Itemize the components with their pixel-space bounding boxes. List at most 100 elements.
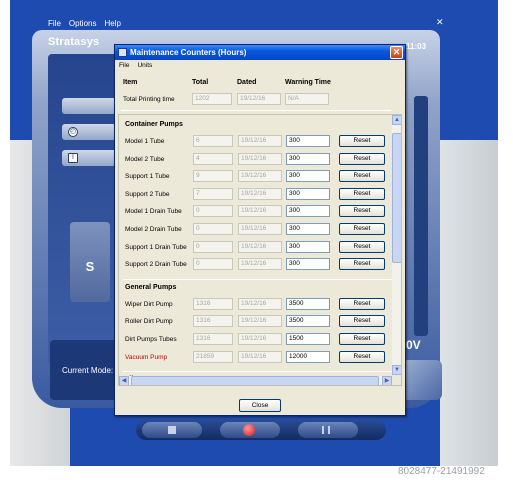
counter-dated: 19/12/16	[238, 315, 282, 328]
counter-total: 0	[193, 223, 233, 235]
counter-dated: 19/12/16	[238, 223, 282, 235]
counter-label: Model 2 Tube	[125, 155, 165, 163]
counter-total: 4	[193, 152, 233, 165]
total-printing-dated: 19/12/16	[237, 93, 281, 105]
column-warning-time: Warning Time	[285, 79, 331, 86]
pause-icon	[322, 426, 330, 434]
counter-dated: 19/12/16	[238, 258, 282, 271]
header-separator	[121, 110, 391, 111]
reset-button[interactable]: Reset	[339, 315, 385, 328]
reset-button[interactable]: Reset	[339, 152, 385, 165]
scroll-right-icon[interactable]: ▶	[382, 376, 392, 385]
warning-time-input[interactable]: 300	[286, 240, 330, 253]
counter-label: Roller Dirt Pump	[125, 318, 173, 326]
column-item: Item	[123, 79, 138, 86]
warning-time-input[interactable]: 300	[286, 187, 330, 200]
menu-options[interactable]: Options	[69, 19, 97, 28]
counter-total: 0	[193, 258, 233, 271]
counter-total: 7	[193, 187, 233, 200]
menu-file[interactable]: File	[48, 19, 61, 28]
counter-dated: 19/12/16	[238, 170, 282, 183]
warning-time-input[interactable]: 3500	[286, 315, 330, 328]
background-photo-right	[440, 140, 498, 466]
warning-time-input[interactable]: 300	[286, 135, 330, 147]
scroll-up-icon[interactable]: ▲	[392, 115, 401, 125]
counter-total: 9	[193, 170, 233, 183]
stratasys-logo: Stratasys	[48, 36, 100, 48]
counter-total: 0	[193, 240, 233, 253]
reset-button[interactable]: Reset	[339, 223, 385, 235]
scroll-down-icon[interactable]: ▼	[392, 365, 401, 375]
support-cartridge: S	[70, 222, 110, 302]
warning-time-input[interactable]: 300	[286, 152, 330, 165]
counter-dated: 19/12/16	[238, 333, 282, 345]
reset-button[interactable]: Reset	[339, 170, 385, 183]
text-cursor-icon: I	[68, 153, 78, 163]
counters-scroll-area[interactable]: Container Pumps Model 1 Tube 6 19/12/16 300 R…	[118, 114, 402, 386]
scroll-left-icon[interactable]: ◀	[119, 376, 129, 385]
column-total: Total	[192, 79, 209, 86]
reset-button[interactable]: Reset	[339, 350, 385, 363]
warning-time-input[interactable]: 1500	[286, 333, 330, 345]
warning-time-input[interactable]: 300	[286, 223, 330, 235]
counter-dated: 19/12/16	[238, 240, 282, 253]
current-mode-label: Current Mode:	[62, 366, 114, 375]
reset-button[interactable]: Reset	[339, 333, 385, 345]
dialog-menubar: File Units	[115, 60, 405, 70]
column-dated: Dated	[237, 79, 257, 86]
vertical-scroll-thumb[interactable]	[392, 133, 401, 263]
warning-time-input[interactable]: 300	[286, 205, 330, 218]
total-printing-total: 1202	[192, 93, 232, 105]
reset-button[interactable]: Reset	[339, 297, 385, 310]
vertical-scrollbar[interactable]: ▲ ▼	[392, 115, 401, 375]
right-status-bar	[414, 96, 428, 336]
app-icon	[118, 48, 127, 57]
counter-dated: 19/12/16	[238, 152, 282, 165]
counter-dated: 19/12/16	[238, 187, 282, 200]
corner-logo-icon	[402, 360, 442, 400]
counter-dated: 19/12/16	[238, 297, 282, 310]
reset-button[interactable]: Reset	[339, 205, 385, 218]
counter-label: Support 1 Tube	[125, 173, 170, 181]
counter-label: Support 2 Drain Tube	[125, 261, 187, 269]
warning-time-input[interactable]: 300	[286, 170, 330, 183]
counter-total: 1316	[193, 297, 233, 310]
counter-label: Vacuum Pump	[125, 353, 168, 361]
warning-time-input[interactable]: 12000	[286, 350, 330, 363]
reset-button[interactable]: Reset	[339, 258, 385, 271]
counter-label: Model 1 Tube	[125, 138, 165, 145]
counter-label: Dirt Pumps Tubes	[125, 336, 177, 343]
maintenance-counters-dialog: Maintenance Counters (Hours) ✕ File Unit…	[114, 44, 406, 416]
section-title: General Pumps	[125, 283, 177, 291]
reset-button[interactable]: Reset	[339, 187, 385, 200]
reset-button[interactable]: Reset	[339, 135, 385, 147]
dialog-title-bar[interactable]: Maintenance Counters (Hours) ✕	[115, 45, 405, 60]
counter-dated: 19/12/16	[238, 350, 282, 363]
warning-time-input[interactable]: 3500	[286, 297, 330, 310]
horizontal-scroll-thumb[interactable]	[131, 376, 379, 385]
menu-units[interactable]: Units	[137, 62, 152, 69]
close-button[interactable]: Close	[239, 399, 281, 412]
section-separator	[123, 278, 393, 280]
section-title: Container Pumps	[125, 121, 183, 128]
section-separator	[123, 371, 393, 373]
horizontal-scrollbar[interactable]: ◀ ▶	[119, 376, 392, 385]
total-printing-label: Total Printing time	[123, 96, 175, 103]
counter-total: 1316	[193, 333, 233, 345]
warning-time-input[interactable]: 300	[286, 258, 330, 271]
counter-label: Wiper Dirt Pump	[125, 300, 173, 308]
counter-total: 21859	[193, 350, 233, 363]
status-field	[62, 98, 116, 114]
counter-total: 6	[193, 135, 233, 147]
background-close-icon[interactable]: ✕	[436, 17, 444, 28]
counter-dated: 19/12/16	[238, 205, 282, 218]
clock-icon: ◴	[68, 127, 78, 137]
reset-button[interactable]: Reset	[339, 240, 385, 253]
menu-help[interactable]: Help	[104, 19, 120, 28]
close-icon[interactable]: ✕	[390, 46, 403, 59]
clock: 11:03	[406, 42, 427, 51]
watermark: 8028477-21491992	[398, 466, 485, 477]
counter-label: Support 1 Drain Tube	[125, 243, 187, 251]
record-icon	[243, 424, 255, 436]
menu-file[interactable]: File	[119, 62, 129, 69]
